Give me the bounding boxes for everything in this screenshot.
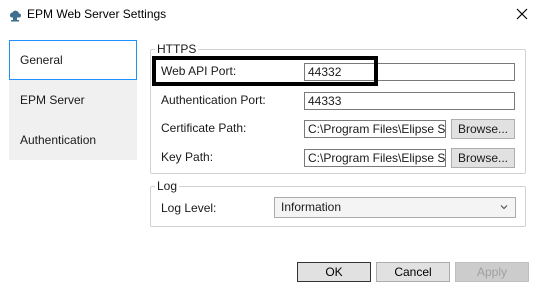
log-level-select[interactable]: Information <box>274 197 516 218</box>
certificate-browse-button[interactable]: Browse... <box>451 119 515 139</box>
sidebar-item-general[interactable]: General <box>9 40 137 80</box>
certificate-path-label: Certificate Path: <box>161 121 247 135</box>
key-browse-button[interactable]: Browse... <box>451 148 515 168</box>
log-level-value: Information <box>281 200 342 214</box>
key-path-label: Key Path: <box>161 150 214 164</box>
app-icon <box>9 10 21 22</box>
authentication-port-field[interactable]: 44333 <box>304 92 515 110</box>
ok-button[interactable]: OK <box>297 262 371 282</box>
key-path-field[interactable]: C:\Program Files\Elipse So <box>304 149 446 167</box>
log-group-legend: Log <box>155 179 180 193</box>
sidebar-item-authentication[interactable]: Authentication <box>9 120 137 160</box>
log-level-label: Log Level: <box>161 201 217 215</box>
window-title: EPM Web Server Settings <box>27 7 167 21</box>
sidebar-item-epm-server[interactable]: EPM Server <box>9 80 137 120</box>
certificate-path-field[interactable]: C:\Program Files\Elipse So <box>304 120 446 138</box>
cancel-button[interactable]: Cancel <box>376 262 450 282</box>
apply-button[interactable]: Apply <box>455 262 529 282</box>
https-group-legend: HTTPS <box>155 42 199 56</box>
authentication-port-label: Authentication Port: <box>161 93 266 107</box>
close-icon[interactable] <box>513 5 531 23</box>
sidebar: General EPM Server Authentication <box>9 40 137 160</box>
chevron-down-icon <box>500 205 508 210</box>
highlight-box <box>152 56 378 86</box>
